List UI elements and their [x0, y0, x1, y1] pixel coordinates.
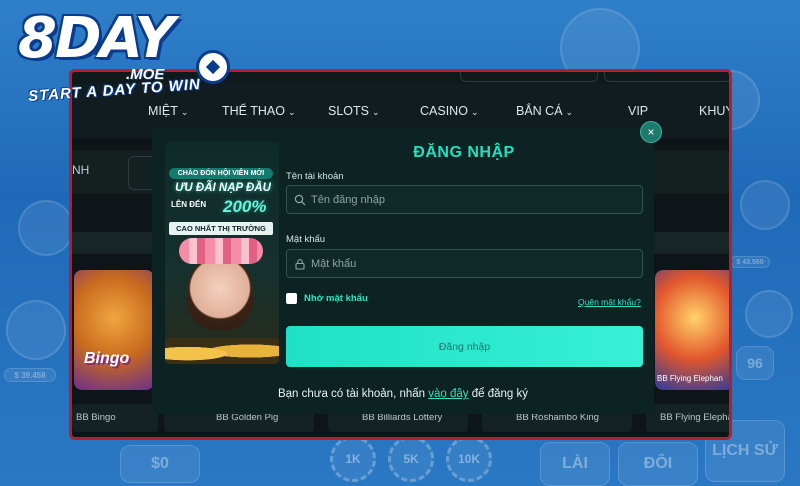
- bg-chip-5k: 5K: [388, 436, 434, 482]
- search-icon: [293, 193, 307, 207]
- remember-label[interactable]: Nhớ mật khẩu: [304, 293, 368, 304]
- register-link[interactable]: vào đây: [428, 388, 468, 400]
- nav-item-slots[interactable]: SLOTS ⌄: [328, 104, 380, 118]
- logo-brand: 8DAY: [18, 6, 175, 71]
- nav-item-khuyen-mai[interactable]: KHUYẾ: [699, 104, 729, 118]
- bg-tile-lai: LÀI: [540, 442, 610, 486]
- top-pill-2[interactable]: [604, 72, 729, 82]
- remember-me[interactable]: Nhớ mật khẩu: [286, 293, 368, 304]
- nav-item-casino[interactable]: CASINO ⌄: [420, 104, 478, 118]
- nav-item-vip[interactable]: VIP: [628, 104, 648, 118]
- logo-tagline: START A DAY TO WIN: [27, 75, 202, 106]
- bg-tile-zero: $0: [120, 445, 200, 483]
- banner-line-3: LÊN ĐẾN: [171, 200, 207, 209]
- bg-balance-right: $ 43.560: [730, 256, 770, 268]
- username-input[interactable]: [311, 193, 611, 206]
- game-card-bingo[interactable]: Bingo: [74, 270, 154, 390]
- chevron-down-icon: ⌄: [565, 107, 574, 117]
- chevron-down-icon: ⌄: [287, 107, 296, 117]
- register-suffix: để đăng ký: [471, 388, 529, 400]
- game-label-flying-elephant[interactable]: BB Flying Elephan: [660, 412, 729, 423]
- game-card-title: BB Flying Elephan: [657, 374, 723, 383]
- nav-item-ban-ca[interactable]: BẮN CÁ ⌄: [516, 104, 573, 118]
- forgot-password-link[interactable]: Quên mật khẩu?: [578, 297, 641, 307]
- bg-chip-1k: 1K: [330, 436, 376, 482]
- password-field[interactable]: [286, 249, 643, 278]
- banner-percent: 200%: [223, 197, 267, 216]
- promo-banner: CHÀO ĐÓN HỘI VIÊN MỚI ƯU ĐÃI NẠP ĐẦU LÊN…: [165, 142, 279, 364]
- site-logo[interactable]: 8DAY .MOE START A DAY TO WIN: [8, 4, 238, 114]
- banner-line-2: ƯU ĐÃI NẠP ĐẦU: [175, 182, 271, 194]
- banner-flowers: [179, 238, 263, 264]
- login-title: ĐĂNG NHẬP: [413, 144, 515, 161]
- game-card-title: Bingo: [84, 350, 130, 367]
- username-label: Tên tài khoản: [286, 171, 344, 182]
- banner-line-1: CHÀO ĐÓN HỘI VIÊN MỚI: [169, 168, 273, 179]
- bg-chip-10k: 10K: [446, 436, 492, 482]
- register-prefix: Bạn chưa có tài khoản, nhấn: [277, 388, 426, 400]
- banner-line-4: CAO NHẤT THỊ TRƯỜNG: [169, 222, 273, 235]
- username-field[interactable]: [286, 185, 643, 214]
- game-card-flying-elephant[interactable]: BB Flying Elephan: [655, 270, 729, 390]
- chevron-down-icon: ⌄: [470, 107, 479, 117]
- password-input[interactable]: [311, 257, 611, 270]
- top-pill-1[interactable]: [460, 72, 598, 82]
- banner-gold-coins: [165, 338, 279, 364]
- remember-checkbox[interactable]: [286, 293, 297, 304]
- lock-icon: [293, 257, 307, 271]
- register-prompt: Bạn chưa có tài khoản, nhấn vào đây để đ…: [152, 388, 654, 400]
- bg-balance-left: $ 39.458: [4, 368, 56, 382]
- game-label-bingo[interactable]: BB Bingo: [76, 412, 116, 423]
- chevron-down-icon: ⌄: [372, 107, 380, 117]
- login-button[interactable]: Đăng nhập: [286, 326, 643, 367]
- bg-tile-96: 96: [736, 346, 774, 380]
- soccer-ball-icon: [196, 50, 230, 84]
- close-icon[interactable]: ×: [640, 121, 662, 143]
- sub-bar-label: NH: [72, 163, 90, 177]
- bg-tile-doi: ĐÔI: [618, 442, 698, 486]
- password-label: Mật khẩu: [286, 234, 326, 245]
- banner-model-image: [187, 254, 253, 330]
